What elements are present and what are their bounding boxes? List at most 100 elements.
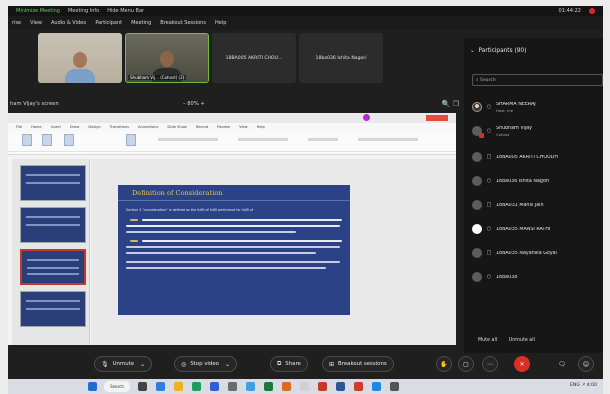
participant-row[interactable]: □ 18BA035 Nayanika Goyal: [472, 242, 603, 264]
chevron-down-icon[interactable]: ⌄: [225, 361, 230, 368]
participants-icon[interactable]: ☺: [578, 356, 594, 372]
share-title: ham Vijay's screen: [10, 101, 59, 107]
taskbar-app-icon[interactable]: [192, 382, 201, 391]
menu-item-view[interactable]: View: [30, 20, 42, 26]
ppt-tab[interactable]: Help: [257, 125, 265, 129]
chat-icon[interactable]: 🗨: [554, 356, 570, 372]
breakout-sessions-button[interactable]: ⊞ Breakout sessions: [322, 356, 394, 372]
ribbon-group: [308, 138, 338, 141]
taskbar-app-icon[interactable]: [390, 382, 399, 391]
video-tile-active[interactable]: Shubham Vij... (Cohost) (2): [125, 33, 209, 83]
taskbar-app-icon[interactable]: [264, 382, 273, 391]
menu-item-audio-video[interactable]: Audio & Video: [51, 20, 86, 26]
word-icon[interactable]: [336, 382, 345, 391]
meeting-info-button[interactable]: Meeting Info: [68, 8, 99, 14]
unmute-all-button[interactable]: Unmute all: [509, 338, 535, 343]
breakout-label: Breakout sessions: [338, 361, 387, 367]
avatar: [472, 272, 482, 282]
taskbar-app-icon[interactable]: [228, 382, 237, 391]
powerpoint-icon[interactable]: [318, 382, 327, 391]
menu-item-participant[interactable]: Participant: [95, 20, 122, 26]
slide-thumbnail-selected[interactable]: [20, 249, 86, 285]
taskbar-app-icon[interactable]: [354, 382, 363, 391]
apps-icon[interactable]: ▢: [458, 356, 474, 372]
participant-row[interactable]: ○ 18BA035 MANSI RATHI: [472, 218, 603, 240]
ribbon-button[interactable]: [126, 134, 136, 146]
taskbar-app-icon[interactable]: [372, 382, 381, 391]
ppt-close-button[interactable]: [426, 115, 448, 121]
ribbon-button[interactable]: [22, 134, 32, 146]
ppt-tab[interactable]: View: [239, 125, 248, 129]
participant-row[interactable]: ○ 18ba036 Ishita Nagori: [472, 170, 603, 192]
task-view-icon[interactable]: [138, 382, 147, 391]
zoom-control[interactable]: – 80% +: [183, 101, 205, 107]
video-status-icon: □: [486, 202, 492, 208]
menu-item-help[interactable]: Help: [215, 20, 226, 26]
video-tile[interactable]: [38, 33, 122, 83]
video-tile-name: Shubham Vij... (Cohost) (2): [128, 75, 187, 80]
ppt-tab[interactable]: File: [16, 125, 22, 129]
ppt-tab[interactable]: Home: [31, 125, 42, 129]
ppt-tab[interactable]: Design: [88, 125, 100, 129]
hide-menu-bar-button[interactable]: Hide Menu Bar: [107, 8, 144, 14]
participant-row[interactable]: ○ SHARMA NEERAJ Host, me: [472, 96, 603, 118]
ribbon-button[interactable]: [64, 134, 74, 146]
slide-text-line: [126, 246, 340, 248]
windows-start-icon[interactable]: [88, 382, 97, 391]
ppt-tab[interactable]: Record: [196, 125, 208, 129]
stop-video-label: Stop video: [190, 361, 219, 367]
ppt-tab[interactable]: Insert: [51, 125, 61, 129]
end-meeting-icon[interactable]: ✕: [514, 356, 530, 372]
taskbar-app-icon[interactable]: [246, 382, 255, 391]
participant-row[interactable]: ○ Shubham Vijay Cohost: [472, 120, 603, 142]
participant-row[interactable]: ○ 18ba038: [472, 266, 603, 288]
ppt-tab[interactable]: Animations: [138, 125, 158, 129]
taskbar-app-icon[interactable]: [300, 382, 309, 391]
system-tray[interactable]: ENG ↗ 4:00: [570, 383, 597, 388]
slide-canvas: Definition of Consideration Section 2 "c…: [91, 159, 456, 345]
participant-row[interactable]: □ 18BA005 AKRITI CHOUDH: [472, 146, 603, 168]
chevron-down-icon[interactable]: ⌄: [140, 361, 145, 368]
ribbon-button[interactable]: [42, 134, 52, 146]
participant-role: Host, me: [496, 107, 514, 113]
more-options-icon[interactable]: ⋯: [482, 356, 498, 372]
taskbar-app-icon[interactable]: [156, 382, 165, 391]
avatar: [472, 126, 484, 138]
share-button[interactable]: ⧉ Share: [270, 356, 308, 372]
slide-title: Definition of Consideration: [132, 189, 223, 197]
menu-item-meeting[interactable]: Meeting: [131, 20, 151, 26]
mic-status-icon: ○: [486, 178, 492, 184]
unmute-button[interactable]: 🎙 Unmute ⌄: [94, 356, 153, 372]
video-tile[interactable]: 18ba036 Ishita Nagori: [299, 33, 383, 83]
menu-item[interactable]: rise: [12, 20, 21, 26]
slide-thumbnail[interactable]: [20, 291, 86, 327]
slide-thumbnail-pane: [12, 159, 90, 345]
participant-name: 18ba036 Ishita Nagori: [496, 178, 550, 184]
taskbar-search-button[interactable]: Search: [104, 381, 130, 392]
slide-thumbnail[interactable]: [20, 207, 86, 243]
file-explorer-icon[interactable]: [174, 382, 183, 391]
mute-all-button[interactable]: Mute all: [478, 338, 497, 343]
participants-title: Participants (90): [478, 48, 527, 54]
ppt-tab[interactable]: Transitions: [110, 125, 129, 129]
ppt-tab[interactable]: Draw: [70, 125, 79, 129]
share-label: Share: [285, 361, 301, 367]
video-tile[interactable]: 18BA005 AKRITI CHOU...: [212, 33, 296, 83]
slide-clause-label: [130, 240, 138, 242]
mic-status-icon: ○: [486, 104, 492, 110]
ppt-tab[interactable]: Review: [217, 125, 230, 129]
minimize-meeting-link[interactable]: Minimize Meeting: [16, 8, 60, 14]
participant-role: Cohost: [496, 131, 510, 137]
zoom-app-icon[interactable]: [210, 382, 219, 391]
ppt-tab[interactable]: Slide Show: [167, 125, 187, 129]
slide-thumbnail[interactable]: [20, 165, 86, 201]
stop-video-button[interactable]: ◎ Stop video ⌄: [174, 356, 237, 372]
participant-row[interactable]: □ 18BA031 Mansi Jain: [472, 194, 603, 216]
taskbar-app-icon[interactable]: [282, 382, 291, 391]
share-view-icons[interactable]: 🔍 ❐: [442, 100, 459, 108]
ribbon-group: [158, 138, 218, 141]
participants-search-input[interactable]: ⌕ Search: [472, 74, 603, 86]
participants-header[interactable]: ⌄ Participants (90): [470, 48, 526, 54]
reactions-icon[interactable]: ✋: [436, 356, 452, 372]
menu-item-breakout[interactable]: Breakout Sessions: [160, 20, 206, 26]
